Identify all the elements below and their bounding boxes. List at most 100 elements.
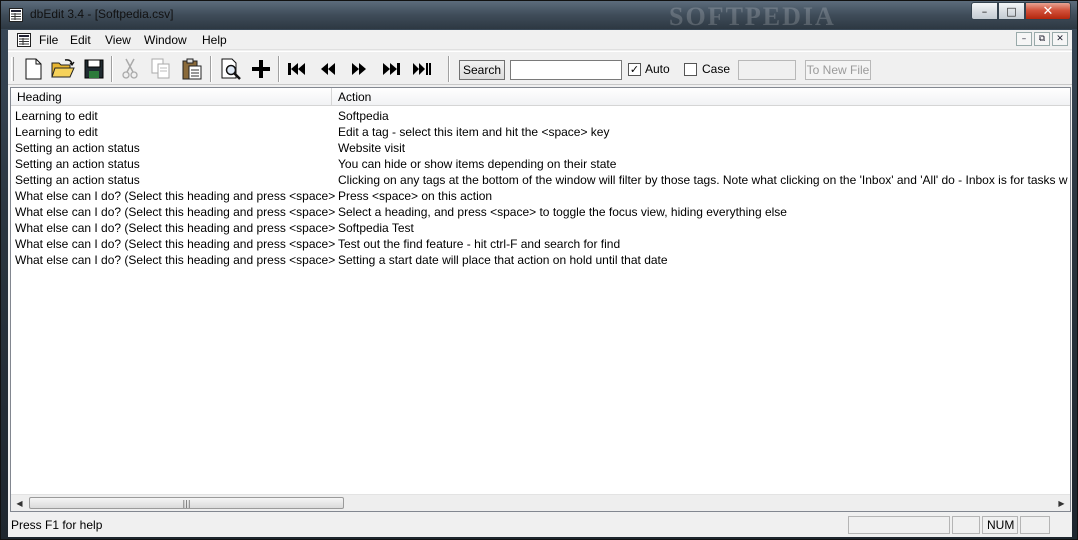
- action-cell: Softpedia: [338, 109, 389, 123]
- list-rows: Learning to edit Softpedia Learning to edi…: [11, 108, 1070, 490]
- add-icon: [252, 60, 270, 78]
- previous-record-icon: [321, 63, 335, 75]
- action-cell: Edit a tag - select this item and hit th…: [338, 125, 610, 139]
- column-header-action[interactable]: Action: [332, 88, 1070, 106]
- child-minimize-button[interactable]: –: [1016, 32, 1032, 46]
- last-record-icon: [413, 63, 431, 75]
- watermark: SOFTPEDIA: [669, 2, 836, 31]
- app-icon: [9, 8, 23, 22]
- menu-bar: File Edit View Window Help – ⧉ ✕: [8, 30, 1072, 50]
- client-area: File Edit View Window Help – ⧉ ✕ Search …: [8, 30, 1072, 537]
- last-record-button[interactable]: [409, 56, 435, 82]
- status-panel: [1020, 516, 1050, 534]
- open-folder-icon: [51, 59, 75, 78]
- search-input[interactable]: [510, 60, 622, 80]
- scroll-right-arrow[interactable]: ▶: [1053, 495, 1070, 511]
- list-header: Heading Action: [11, 88, 1070, 106]
- table-row[interactable]: What else can I do? (Select this heading…: [11, 204, 1070, 220]
- toolbar-grip[interactable]: [11, 57, 14, 81]
- child-close-button[interactable]: ✕: [1052, 32, 1068, 46]
- to-new-file-button[interactable]: To New File: [805, 60, 871, 80]
- next-record-button[interactable]: [346, 56, 372, 82]
- maximize-button[interactable]: □: [998, 2, 1025, 20]
- search-button[interactable]: Search: [459, 60, 505, 80]
- next-page-button[interactable]: [378, 56, 404, 82]
- new-file-icon: [25, 58, 42, 80]
- menu-edit[interactable]: Edit: [70, 33, 91, 47]
- status-panel: [848, 516, 950, 534]
- status-bar: Press F1 for help NUM: [8, 514, 1072, 537]
- table-row[interactable]: What else can I do? (Select this heading…: [11, 220, 1070, 236]
- disabled-field: [738, 60, 796, 80]
- first-record-button[interactable]: [284, 56, 310, 82]
- action-cell: Press <space> on this action: [338, 189, 493, 203]
- table-row[interactable]: Learning to edit Softpedia: [11, 108, 1070, 124]
- next-record-icon: [352, 63, 366, 75]
- action-cell: Select a heading, and press <space> to t…: [338, 205, 787, 219]
- save-icon: [84, 59, 104, 79]
- horizontal-scrollbar[interactable]: ◀ ||| ▶: [11, 494, 1070, 511]
- action-cell: Clicking on any tags at the bottom of th…: [338, 173, 1068, 187]
- action-cell: Test out the find feature - hit ctrl-F a…: [338, 237, 621, 251]
- print-preview-icon: [221, 58, 241, 80]
- status-panel: [952, 516, 980, 534]
- heading-cell: Learning to edit: [15, 125, 98, 139]
- heading-cell: What else can I do? (Select this heading…: [15, 237, 335, 251]
- cut-icon: [122, 58, 138, 79]
- action-cell: Setting a start date will place that act…: [338, 253, 668, 267]
- status-text: Press F1 for help: [11, 518, 103, 532]
- heading-cell: Setting an action status: [15, 173, 140, 187]
- num-lock-indicator: NUM: [982, 516, 1018, 534]
- heading-cell: What else can I do? (Select this heading…: [15, 253, 335, 267]
- next-page-icon: [383, 63, 400, 75]
- heading-cell: Setting an action status: [15, 157, 140, 171]
- table-row[interactable]: Learning to edit Edit a tag - select this…: [11, 124, 1070, 140]
- menu-window[interactable]: Window: [144, 33, 187, 47]
- heading-cell: What else can I do? (Select this heading…: [15, 189, 335, 203]
- menu-file[interactable]: File: [39, 33, 58, 47]
- table-row[interactable]: What else can I do? (Select this heading…: [11, 252, 1070, 268]
- scroll-thumb[interactable]: |||: [29, 497, 344, 509]
- menu-view[interactable]: View: [105, 33, 131, 47]
- copy-icon: [151, 58, 170, 79]
- auto-label: Auto: [645, 62, 670, 76]
- menu-help[interactable]: Help: [202, 33, 227, 47]
- print-preview-button[interactable]: [218, 56, 244, 82]
- open-button[interactable]: [50, 56, 76, 82]
- heading-cell: Setting an action status: [15, 141, 140, 155]
- toolbar-separator: [210, 56, 212, 82]
- toolbar-separator: [278, 56, 280, 82]
- scroll-left-arrow[interactable]: ◀: [11, 495, 28, 511]
- records-list[interactable]: Heading Action Learning to edit Softpedia…: [10, 87, 1071, 512]
- first-record-icon: [288, 63, 305, 75]
- auto-checkbox[interactable]: ✓: [628, 63, 641, 76]
- add-record-button[interactable]: [248, 56, 274, 82]
- action-cell: Softpedia Test: [338, 221, 414, 235]
- case-checkbox[interactable]: [684, 63, 697, 76]
- save-button[interactable]: [81, 56, 107, 82]
- action-cell: Website visit: [338, 141, 406, 155]
- document-icon[interactable]: [17, 33, 31, 47]
- table-row[interactable]: Setting an action status Website visit: [11, 140, 1070, 156]
- paste-button[interactable]: [179, 56, 205, 82]
- case-label: Case: [702, 62, 731, 76]
- child-restore-button[interactable]: ⧉: [1034, 32, 1050, 46]
- app-window: dbEdit 3.4 - [Softpedia.csv] SOFTPEDIA –…: [0, 0, 1078, 540]
- heading-cell: What else can I do? (Select this heading…: [15, 205, 335, 219]
- table-row[interactable]: Setting an action status You can hide or …: [11, 156, 1070, 172]
- minimize-button[interactable]: –: [971, 2, 998, 20]
- table-row[interactable]: What else can I do? (Select this heading…: [11, 188, 1070, 204]
- cut-button[interactable]: [117, 56, 143, 82]
- paste-icon: [182, 58, 202, 80]
- table-row[interactable]: What else can I do? (Select this heading…: [11, 236, 1070, 252]
- previous-record-button[interactable]: [315, 56, 341, 82]
- action-cell: You can hide or show items depending on …: [338, 157, 617, 171]
- title-bar[interactable]: dbEdit 3.4 - [Softpedia.csv] SOFTPEDIA –…: [1, 1, 1077, 31]
- new-file-button[interactable]: [20, 56, 46, 82]
- copy-button[interactable]: [148, 56, 174, 82]
- close-button[interactable]: ✕: [1025, 2, 1071, 20]
- table-row[interactable]: Setting an action status Clicking on any …: [11, 172, 1070, 188]
- window-title: dbEdit 3.4 - [Softpedia.csv]: [30, 7, 174, 21]
- column-header-heading[interactable]: Heading: [11, 88, 332, 106]
- toolbar: Search ✓ Auto Case To New File: [8, 51, 1072, 85]
